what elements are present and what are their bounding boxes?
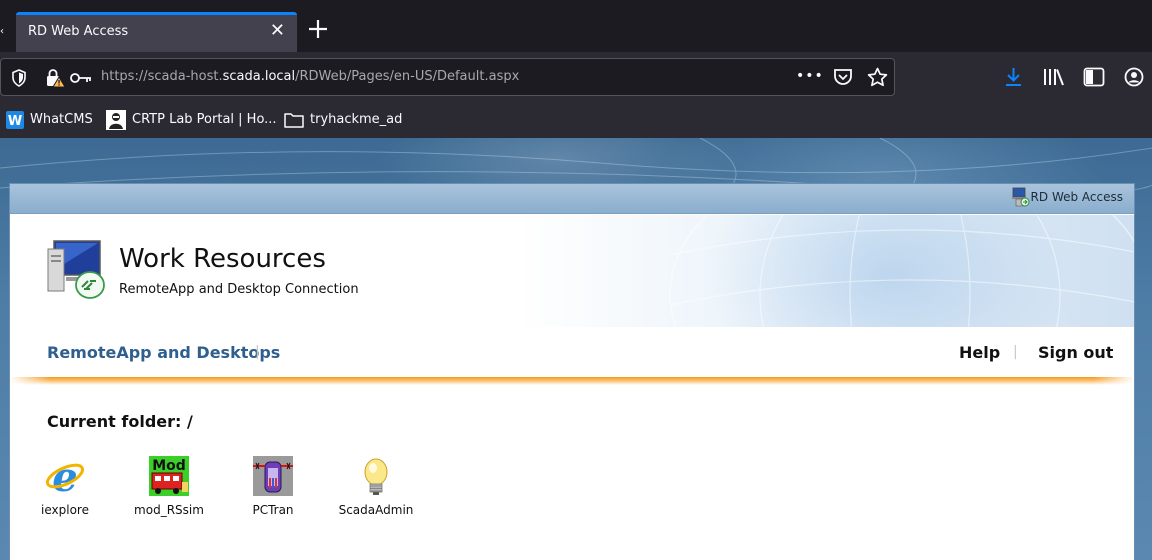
tab-strip: ‹ RD Web Access ✕ <box>0 0 1152 52</box>
menu-divider <box>10 377 1134 385</box>
tab-rd-web-access[interactable]: RD Web Access ✕ <box>16 12 297 52</box>
app-label: iexplore <box>41 503 89 517</box>
bookmark-star-icon[interactable] <box>867 67 888 87</box>
rd-web-access-label: RD Web Access <box>1030 190 1123 204</box>
bookmark-whatcms[interactable]: W WhatCMS <box>6 110 96 130</box>
main-menu: RemoteApp and Desktops | Help | Sign out <box>10 327 1134 377</box>
app-label: mod_RSsim <box>134 503 204 517</box>
menu-separator: | <box>1013 344 1018 360</box>
help-link[interactable]: Help <box>959 343 1000 362</box>
navigation-toolbar: https://scada-host.scada.local/RDWeb/Pag… <box>0 52 1152 102</box>
rdweb-panel: RD Web Access Work Resources RemoteApp a… <box>9 183 1135 560</box>
app-scadaadmin[interactable]: ScadaAdmin <box>330 456 422 526</box>
svg-text:W: W <box>8 114 22 129</box>
tab-remoteapp-desktops[interactable]: RemoteApp and Desktops <box>47 343 280 362</box>
folder-icon <box>284 113 304 128</box>
sign-out-link[interactable]: Sign out <box>1038 343 1113 362</box>
lightbulb-icon <box>364 458 388 495</box>
key-icon[interactable] <box>70 72 92 84</box>
url-host: scada.local <box>222 69 296 84</box>
tab-title: RD Web Access <box>28 24 129 39</box>
bookmark-crtp[interactable]: CRTP Lab Portal | Ho... <box>106 110 277 130</box>
tab-close-icon[interactable]: ✕ <box>270 22 285 40</box>
url-prefix: https://scada-host. <box>101 69 223 84</box>
svg-text:Mod: Mod <box>152 458 186 474</box>
insecure-lock-icon[interactable] <box>45 68 67 88</box>
svg-text:e: e <box>52 456 77 496</box>
account-icon[interactable] <box>1124 67 1144 87</box>
page-subtitle: RemoteApp and Desktop Connection <box>119 282 359 297</box>
url-path: /RDWeb/Pages/en-US/Default.aspx <box>295 69 520 84</box>
bookmark-label: tryhackme_ad <box>310 112 403 127</box>
globe-watermark <box>669 215 1134 327</box>
app-mod-rssim[interactable]: Mod mod_RSsim <box>123 456 215 526</box>
scroll-tabs-icon[interactable]: ‹ <box>0 26 4 38</box>
url-bar[interactable]: https://scada-host.scada.local/RDWeb/Pag… <box>0 58 895 96</box>
page-actions-icon[interactable]: ••• <box>796 68 824 84</box>
bookmarks-toolbar: W WhatCMS CRTP Lab Portal | Ho... tryhac… <box>0 102 1152 138</box>
rd-web-access-icon <box>1012 187 1030 207</box>
new-tab-icon[interactable] <box>305 16 331 42</box>
menu-separator: | <box>255 344 260 360</box>
app-label: ScadaAdmin <box>338 503 414 517</box>
internet-explorer-icon: e <box>45 456 85 496</box>
page-title: Work Resources <box>119 244 326 274</box>
banner: Work Resources RemoteApp and Desktop Con… <box>10 215 1134 327</box>
crtp-icon <box>106 110 126 130</box>
panel-header-bar: RD Web Access <box>10 184 1134 214</box>
bookmark-folder-tryhackme[interactable]: tryhackme_ad <box>284 110 403 130</box>
library-icon[interactable] <box>1043 67 1065 87</box>
whatcms-icon: W <box>6 111 24 129</box>
bookmark-label: CRTP Lab Portal | Ho... <box>132 112 277 127</box>
bookmark-label: WhatCMS <box>30 112 93 127</box>
sidebar-icon[interactable] <box>1083 67 1105 87</box>
downloads-icon[interactable] <box>1004 67 1023 87</box>
url-text[interactable]: https://scada-host.scada.local/RDWeb/Pag… <box>101 69 519 84</box>
app-pctran[interactable]: PCTran <box>227 456 319 526</box>
app-iexplore[interactable]: e iexplore <box>19 456 111 526</box>
app-label: PCTran <box>252 503 294 517</box>
mod-rssim-icon: Mod <box>149 456 189 496</box>
page-background: RD Web Access Work Resources RemoteApp a… <box>0 138 1152 560</box>
pctran-icon <box>253 456 293 496</box>
remote-computer-icon <box>47 240 105 299</box>
current-folder-label: Current folder: / <box>47 412 193 431</box>
tracking-protection-icon[interactable] <box>11 69 27 87</box>
pocket-icon[interactable] <box>833 68 853 87</box>
